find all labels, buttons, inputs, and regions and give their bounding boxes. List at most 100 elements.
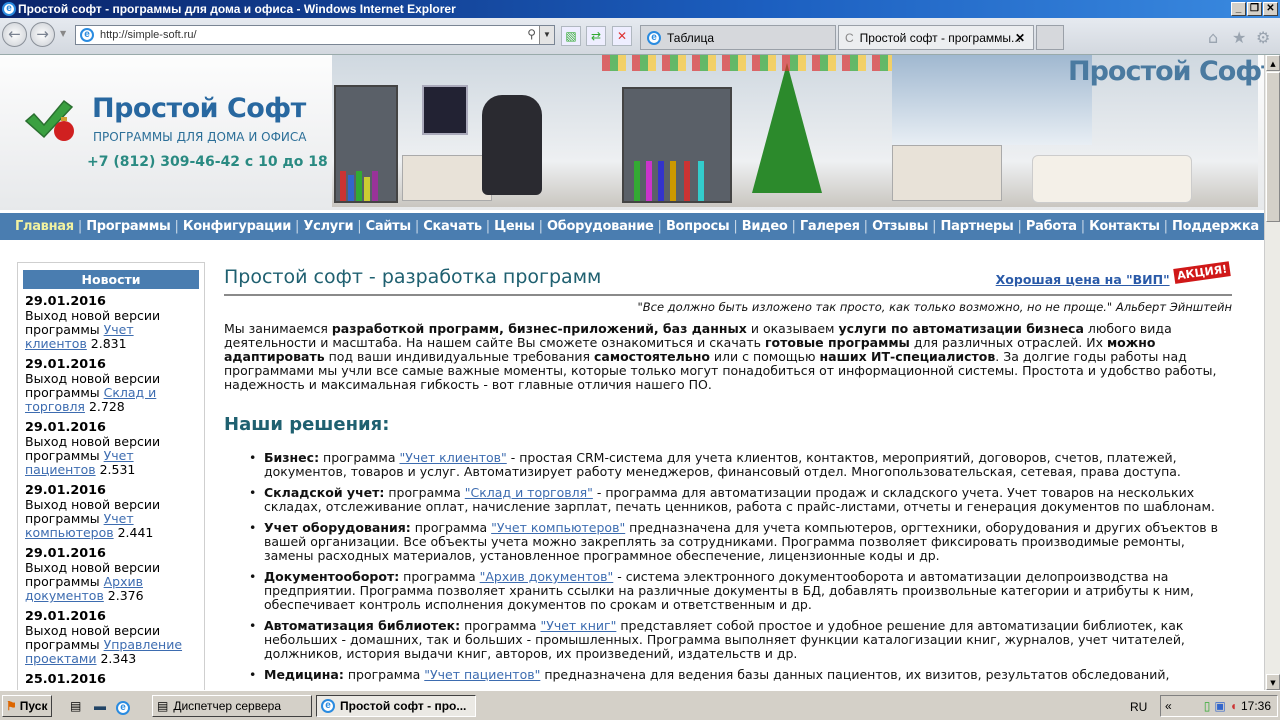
start-button[interactable]: ⚑ Пуск bbox=[2, 695, 52, 717]
tab-simple-soft[interactable]: C Простой софт - программы... ✕ bbox=[838, 25, 1034, 50]
language-indicator[interactable]: RU bbox=[1130, 700, 1147, 714]
solution-link[interactable]: "Учет пациентов" bbox=[424, 667, 540, 682]
compatibility-view-icon[interactable]: ▧ bbox=[561, 26, 581, 46]
menu-item[interactable]: Контакты bbox=[1089, 219, 1160, 234]
tab-label: Таблица bbox=[667, 30, 715, 45]
menu-separator: | bbox=[1080, 219, 1086, 234]
news-version: 2.376 bbox=[103, 588, 144, 603]
close-button[interactable]: ✕ bbox=[1263, 2, 1278, 16]
solution-item: Автоматизация библиотек: программа "Учет… bbox=[249, 618, 1232, 661]
solution-link[interactable]: "Склад и торговля" bbox=[465, 485, 593, 500]
solution-link[interactable]: "Учет клиентов" bbox=[399, 450, 506, 465]
task-ie[interactable]: e Простой софт - про... bbox=[316, 695, 476, 717]
news-item: 25.01.2016 bbox=[23, 673, 199, 687]
desk bbox=[402, 155, 492, 201]
ie-quicklaunch-icon[interactable]: e bbox=[116, 699, 130, 715]
main-menu: Главная | Программы | Конфигурации | Услуги | Са… bbox=[0, 213, 1264, 240]
search-icon[interactable]: ⚲ bbox=[527, 27, 536, 41]
task-server-manager[interactable]: ▤ Диспетчер сервера bbox=[152, 695, 312, 717]
solution-link[interactable]: "Учет компьютеров" bbox=[491, 520, 625, 535]
refresh-button[interactable]: ⇄ bbox=[586, 26, 606, 46]
menu-item[interactable]: Услуги bbox=[303, 219, 353, 234]
menu-separator: | bbox=[485, 219, 491, 234]
solution-pre: программа bbox=[460, 618, 541, 633]
news-date: 29.01.2016 bbox=[25, 609, 106, 624]
favorites-star-icon[interactable]: ★ bbox=[1232, 28, 1246, 47]
menu-separator: | bbox=[357, 219, 362, 234]
menu-item[interactable]: Вопросы bbox=[666, 219, 730, 234]
ie-icon: e bbox=[321, 699, 335, 713]
server-manager-icon[interactable]: ▤ bbox=[70, 699, 81, 713]
menu-item[interactable]: Главная bbox=[15, 219, 74, 234]
volume-muted-icon[interactable]: ◖ bbox=[1230, 699, 1237, 713]
site-tagline: ПРОГРАММЫ ДЛЯ ДОМА И ОФИСА bbox=[93, 130, 307, 144]
ie-icon: e bbox=[647, 30, 661, 45]
solutions-list: Бизнес: программа "Учет клиентов" - прос… bbox=[224, 450, 1232, 683]
solution-link[interactable]: "Архив документов" bbox=[480, 569, 614, 584]
news-sidebar: Новости 29.01.2016 Выход новой версии про… bbox=[17, 262, 205, 690]
gear-icon[interactable]: ⚙ bbox=[1256, 28, 1270, 47]
url-text[interactable]: http://simple-soft.ru/ bbox=[100, 29, 197, 41]
site-brand[interactable]: Простой Софт bbox=[92, 93, 306, 124]
page-icon: e bbox=[80, 28, 94, 42]
address-bar[interactable]: e http://simple-soft.ru/ ⚲ ▼ bbox=[75, 25, 555, 45]
solution-item: Документооборот: программа "Архив докуме… bbox=[249, 569, 1232, 612]
desktop-icon[interactable]: ▬ bbox=[94, 699, 106, 713]
menu-separator: | bbox=[538, 219, 543, 234]
news-date: 29.01.2016 bbox=[25, 420, 106, 435]
tray-expand-icon[interactable]: « bbox=[1161, 699, 1172, 713]
news-text: Выход новой версии программы bbox=[25, 308, 161, 337]
tab-table[interactable]: e Таблица bbox=[640, 25, 836, 50]
window-view bbox=[892, 55, 1092, 145]
minimize-button[interactable]: _ bbox=[1231, 2, 1246, 16]
taskbar: ⚑ Пуск ▤ ▬ e ▤ Диспетчер сервера e Простой … bbox=[0, 690, 1280, 720]
scroll-up-arrow[interactable]: ▲ bbox=[1266, 55, 1280, 71]
stop-button[interactable]: ✕ bbox=[612, 26, 632, 46]
menu-item[interactable]: Сайты bbox=[366, 219, 412, 234]
menu-item[interactable]: Скачать bbox=[423, 219, 482, 234]
restore-button[interactable]: ❐ bbox=[1247, 2, 1262, 16]
scroll-down-arrow[interactable]: ▼ bbox=[1266, 674, 1280, 690]
site-header: Простой Софт ПРОГРАММЫ ДЛЯ ДОМА И ОФИСА … bbox=[0, 55, 1264, 210]
close-tab-icon[interactable]: ✕ bbox=[1015, 31, 1025, 45]
monitor bbox=[422, 85, 468, 135]
back-button[interactable]: ← bbox=[2, 22, 27, 47]
menu-item[interactable]: Поддержка bbox=[1172, 219, 1259, 234]
menu-item[interactable]: Оборудование bbox=[547, 219, 654, 234]
menu-item[interactable]: Конфигурации bbox=[183, 219, 291, 234]
solution-label: Автоматизация библиотек: bbox=[264, 618, 461, 633]
address-dropdown-button[interactable]: ▼ bbox=[539, 26, 554, 44]
menu-separator: | bbox=[932, 219, 937, 234]
home-icon[interactable]: ⌂ bbox=[1208, 28, 1218, 47]
menu-separator: | bbox=[77, 219, 83, 234]
menu-item[interactable]: Видео bbox=[742, 219, 788, 234]
news-item: 29.01.2016 Выход новой версии программы С… bbox=[23, 358, 199, 414]
solution-text: предназначена для ведения базы данных па… bbox=[540, 667, 1170, 682]
new-tab-button[interactable] bbox=[1036, 25, 1064, 50]
news-text: Выход новой версии программы bbox=[25, 497, 161, 526]
menu-item[interactable]: Цены bbox=[494, 219, 535, 234]
history-dropdown-icon[interactable]: ▼ bbox=[60, 29, 66, 38]
menu-item[interactable]: Галерея bbox=[800, 219, 860, 234]
vertical-scrollbar[interactable]: ▲ ▼ bbox=[1264, 55, 1280, 690]
forward-button[interactable]: → bbox=[30, 22, 55, 47]
scroll-thumb[interactable] bbox=[1266, 72, 1280, 222]
menu-item[interactable]: Отзывы bbox=[872, 219, 928, 234]
menu-item[interactable]: Партнеры bbox=[941, 219, 1014, 234]
menu-item[interactable]: Работа bbox=[1026, 219, 1077, 234]
system-tray: « ▯ ▣ ◖ 17:36 bbox=[1160, 695, 1278, 717]
news-version: 2.831 bbox=[86, 336, 127, 351]
promo-link[interactable]: Хорошая цена на "ВИП" bbox=[996, 272, 1170, 287]
solution-pre: программа bbox=[343, 667, 425, 682]
solution-label: Медицина: bbox=[264, 667, 344, 682]
solution-label: Учет оборудования: bbox=[264, 520, 411, 535]
site-phone: +7 (812) 309-46-42 с 10 до 18 bbox=[87, 154, 328, 170]
bookshelf bbox=[334, 85, 398, 203]
promo: Хорошая цена на "ВИП" АКЦИЯ! bbox=[996, 261, 1231, 287]
intro-text: для различных отраслей. Их bbox=[909, 335, 1107, 350]
network-icon[interactable]: ▣ bbox=[1214, 699, 1225, 713]
solution-link[interactable]: "Учет книг" bbox=[540, 618, 616, 633]
clipboard-icon[interactable]: ▯ bbox=[1204, 699, 1211, 713]
menu-item[interactable]: Программы bbox=[86, 219, 171, 234]
promo-badge[interactable]: АКЦИЯ! bbox=[1172, 261, 1231, 284]
